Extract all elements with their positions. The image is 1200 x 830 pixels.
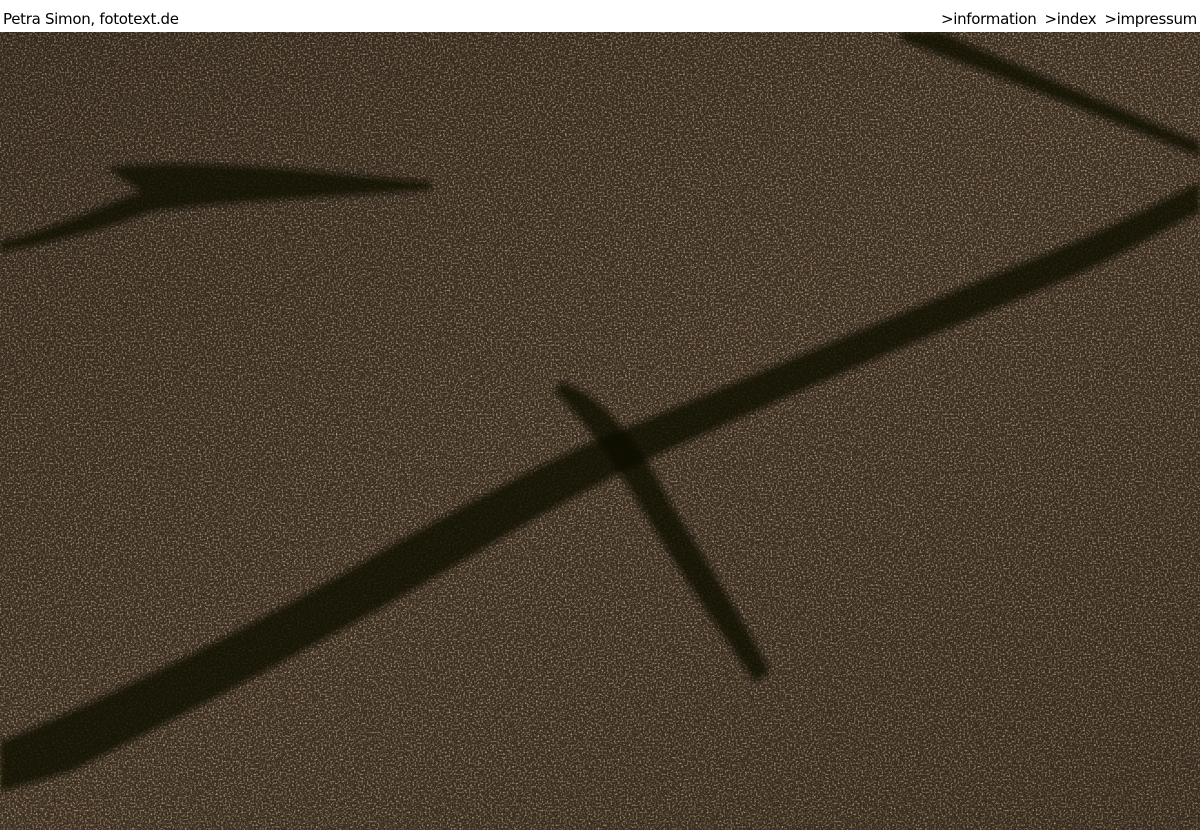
photo-canvas xyxy=(0,32,1200,830)
site-header: Petra Simon, fototext.de >information >i… xyxy=(0,0,1200,32)
main-nav: >information >index >impressum xyxy=(941,10,1197,28)
nav-link-impressum[interactable]: >impressum xyxy=(1104,10,1197,28)
site-title: Petra Simon, fototext.de xyxy=(3,10,179,28)
photo-asphalt-shadow xyxy=(0,32,1200,830)
nav-link-index[interactable]: >index xyxy=(1045,10,1097,28)
nav-link-information[interactable]: >information xyxy=(941,10,1037,28)
